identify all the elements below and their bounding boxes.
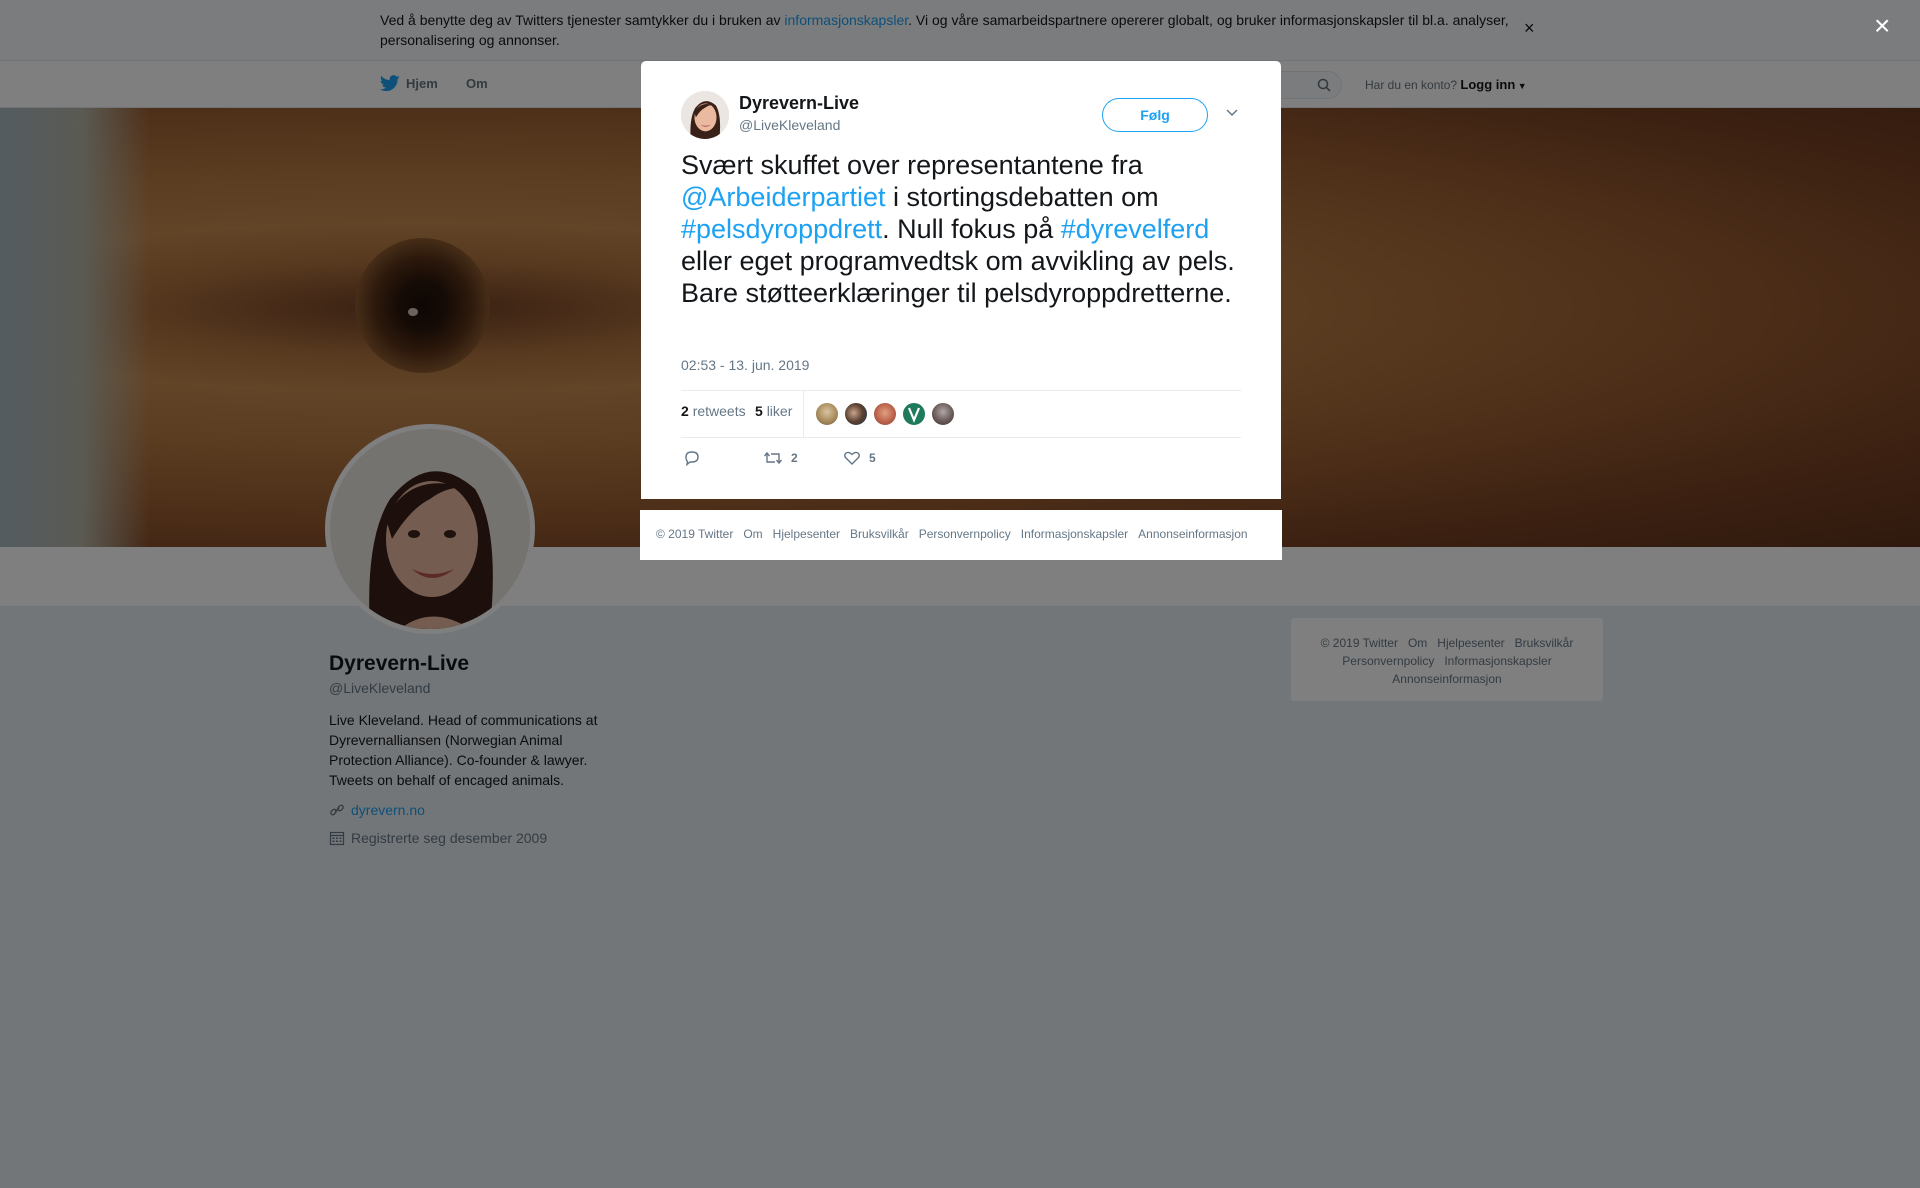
hashtag-link[interactable]: #pelsdyroppdrett [681, 214, 882, 244]
mention-link[interactable]: @Arbeiderpartiet [681, 182, 886, 212]
liker-avatar[interactable] [902, 402, 926, 426]
hashtag-link[interactable]: #dyrevelferd [1061, 214, 1210, 244]
v-logo-icon [907, 407, 921, 423]
tweet-actions: 2 5 [681, 449, 1241, 473]
footer-link: © 2019 Twitter [656, 527, 734, 541]
like-button[interactable]: 5 [843, 449, 876, 467]
reply-button[interactable] [683, 449, 701, 467]
heart-icon [844, 451, 860, 465]
liker-avatar[interactable] [873, 402, 897, 426]
likes-stat[interactable]: 5 liker [755, 403, 792, 419]
footer-link[interactable]: Bruksvilkår [850, 527, 909, 541]
reply-icon [685, 451, 699, 467]
footer-link[interactable]: Hjelpesenter [773, 527, 840, 541]
tweet-modal: Dyrevern-Live @LiveKleveland Følg Svært … [641, 61, 1281, 499]
footer-link[interactable]: Personvernpolicy [919, 527, 1011, 541]
retweets-stat[interactable]: 2 retweets [681, 403, 746, 419]
tweet-author-avatar[interactable] [681, 91, 729, 139]
liker-avatar[interactable] [931, 402, 955, 426]
retweet-button[interactable]: 2 [763, 449, 798, 467]
tweet-author-handle[interactable]: @LiveKleveland [739, 117, 840, 133]
liker-avatar[interactable] [844, 402, 868, 426]
retweet-icon [763, 451, 783, 465]
tweet-stats: 2 retweets 5 liker [681, 390, 1241, 438]
close-modal-button[interactable]: × [1874, 10, 1890, 42]
footer-link[interactable]: Informasjonskapsler [1021, 527, 1128, 541]
tweet-text: Svært skuffet over representantene fra @… [681, 150, 1235, 308]
modal-footer: © 2019 Twitter Om Hjelpesenter Bruksvilkår P… [640, 510, 1282, 560]
tweet-timestamp[interactable]: 02:53 - 13. jun. 2019 [681, 357, 809, 373]
liker-avatar[interactable] [815, 402, 839, 426]
footer-link[interactable]: Annonseinformasjon [1138, 527, 1247, 541]
footer-link[interactable]: Om [743, 527, 762, 541]
tweet-author-name[interactable]: Dyrevern-Live [739, 93, 859, 114]
chevron-down-icon[interactable] [1225, 107, 1239, 117]
follow-button[interactable]: Følg [1102, 98, 1208, 132]
